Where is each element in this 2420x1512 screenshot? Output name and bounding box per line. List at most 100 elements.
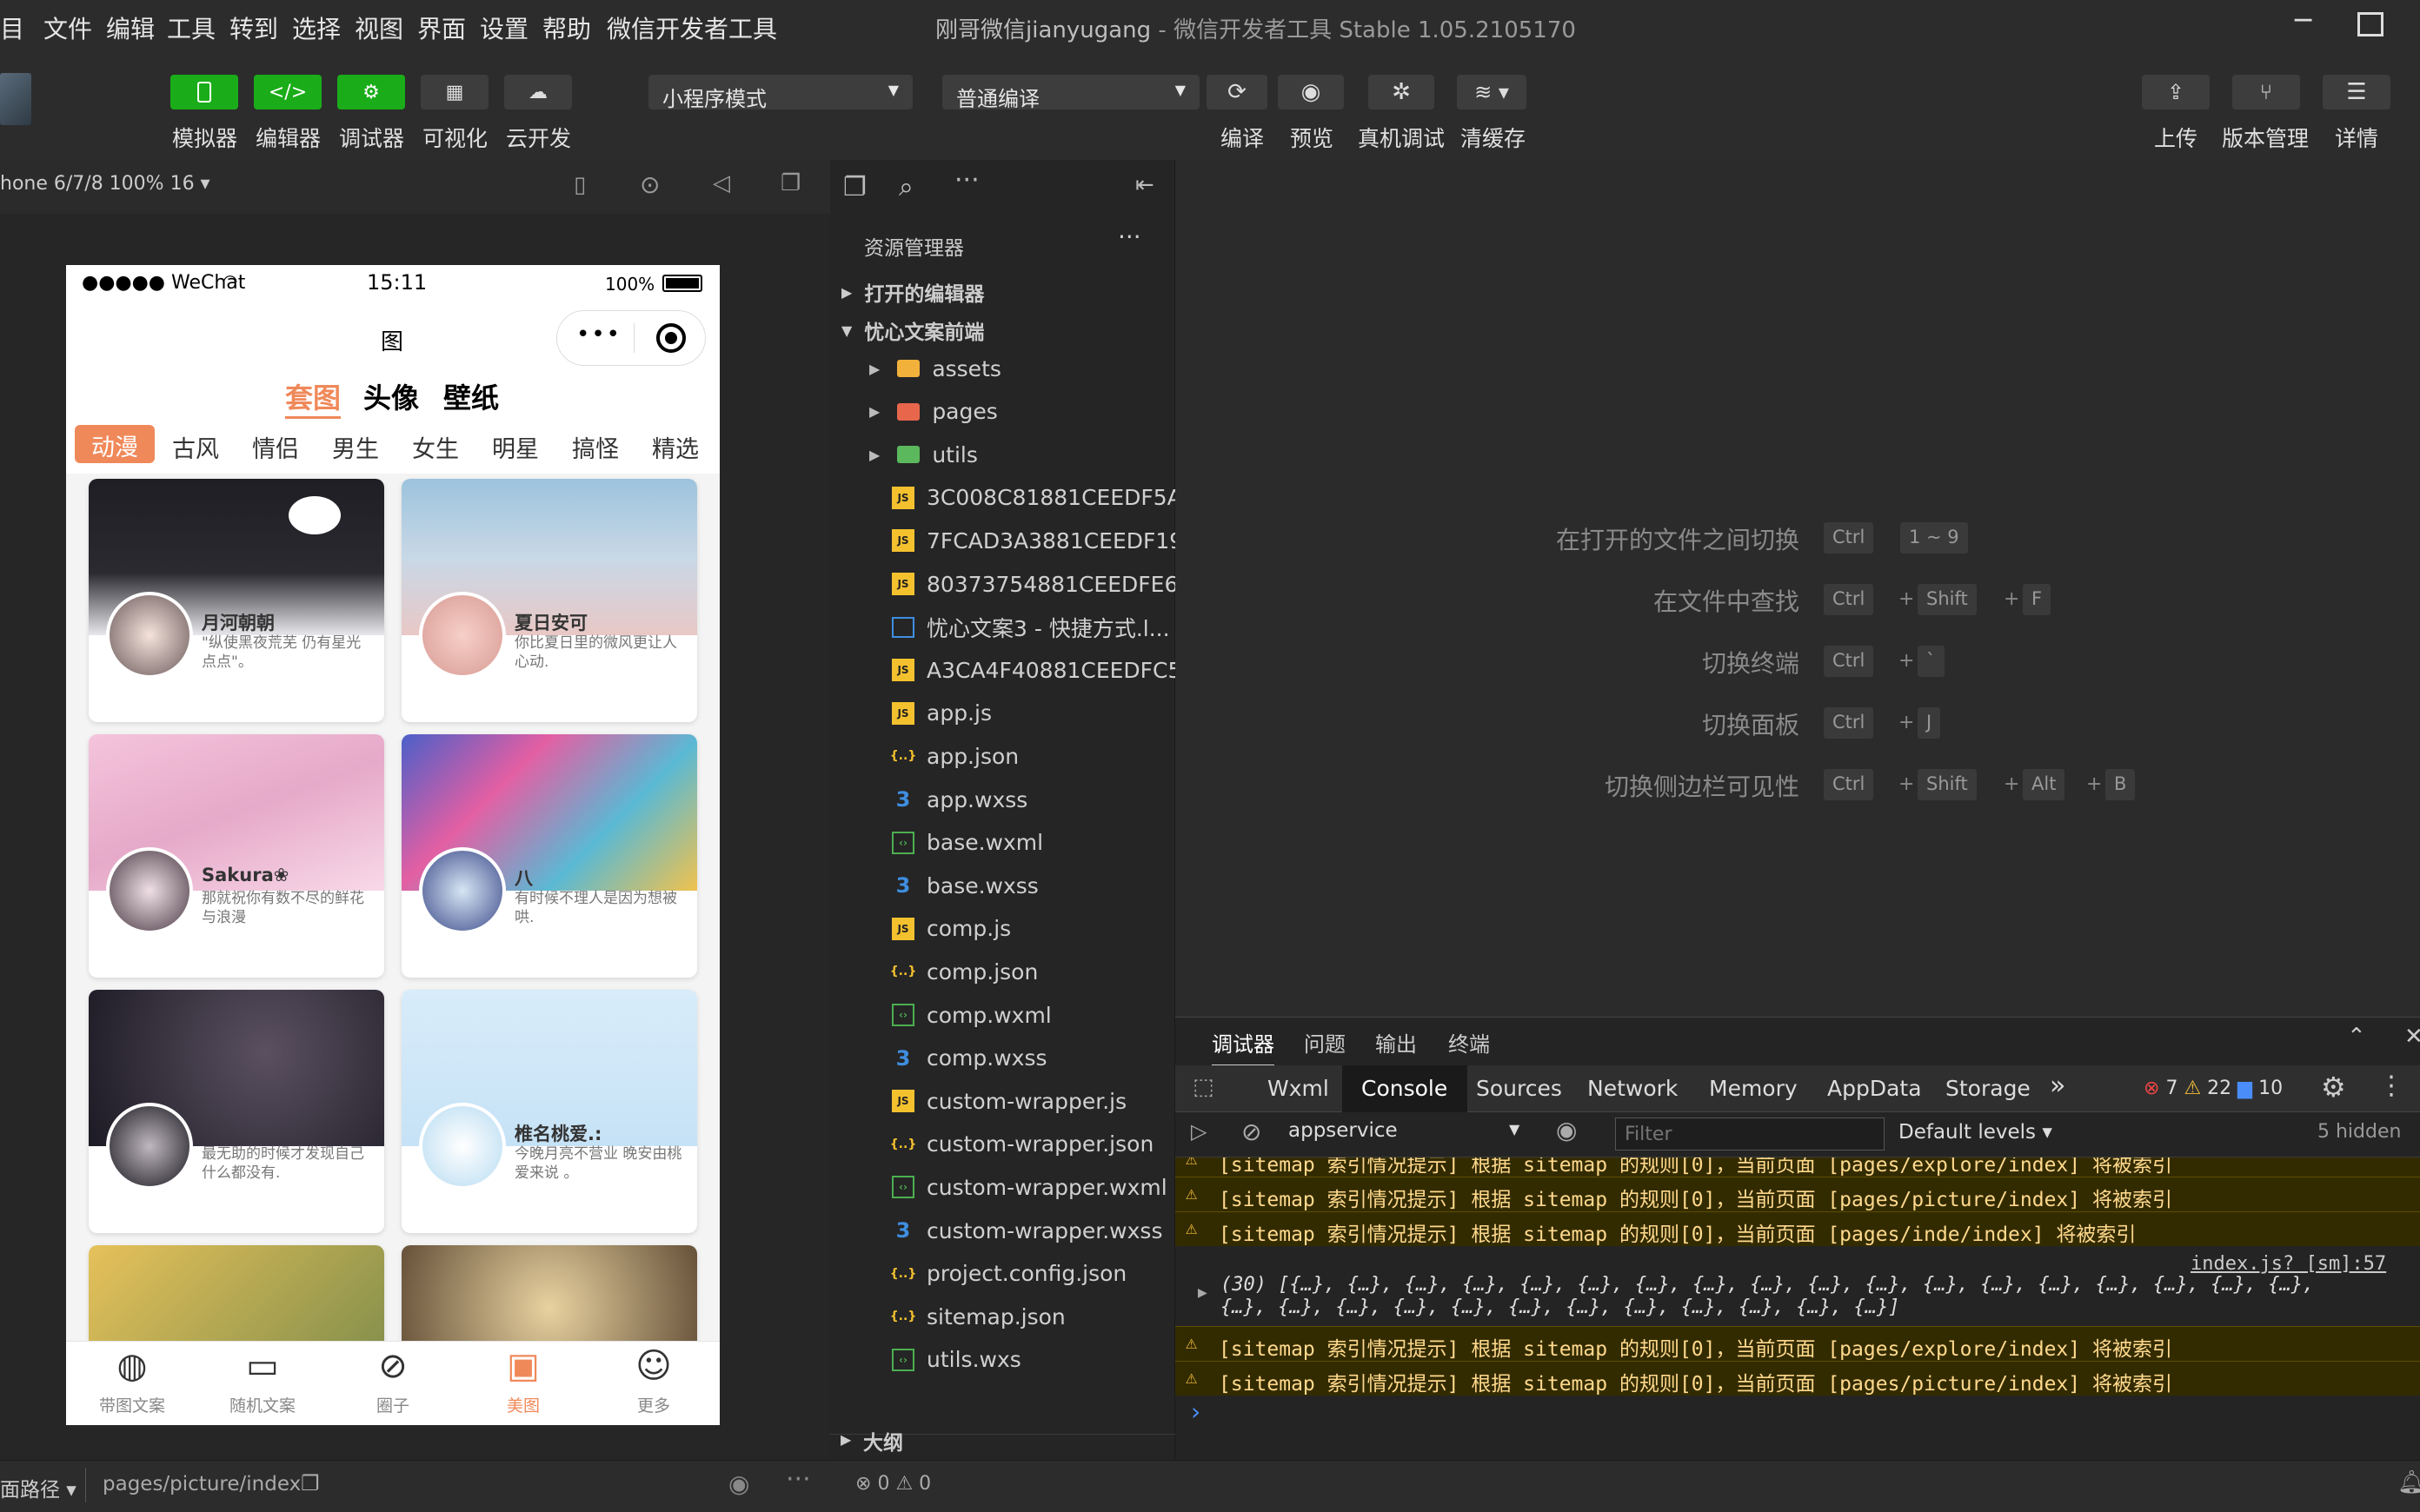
issue-counters[interactable]: ⊗ 7 ⚠ 22 ▆ 10 <box>2144 1078 2283 1099</box>
clear-console-icon[interactable]: ⊘ <box>1241 1117 1261 1146</box>
console-prompt[interactable]: › <box>1191 1397 1200 1426</box>
tree-folder[interactable]: ▶ pages <box>0 393 1175 431</box>
menu-wechat-devtools[interactable]: 微信开发者工具 <box>607 10 777 45</box>
tree-file[interactable]: 3 app.wxss <box>0 780 1175 819</box>
mode-select[interactable]: 小程序模式 ▼ <box>648 75 913 111</box>
preview-button[interactable]: ◉ <box>1278 75 1344 109</box>
inspect-icon[interactable]: ⬚ <box>1193 1074 1214 1100</box>
more-icon[interactable]: ··· <box>954 165 980 196</box>
menu-file[interactable]: 文件 <box>43 10 92 45</box>
tree-file[interactable]: JS custom-wrapper.js <box>0 1082 1175 1120</box>
tree-file[interactable]: JS 80373754881CEEDFE6... <box>0 565 1175 603</box>
minimize-icon[interactable]: ─ <box>2295 3 2311 36</box>
close-icon[interactable]: ✕ <box>2404 1024 2420 1050</box>
version-button[interactable]: ⑂ <box>2232 75 2300 109</box>
json-file-icon: {..} <box>889 1266 917 1281</box>
tree-file[interactable]: {..} sitemap.json <box>0 1297 1175 1336</box>
stop-icon[interactable]: ⊙ <box>640 170 660 199</box>
search-icon[interactable]: ⌕ <box>899 172 914 202</box>
avatar[interactable] <box>0 73 31 125</box>
tree-file[interactable]: ‹› custom-wrapper.wxml <box>0 1168 1175 1206</box>
gear-icon[interactable]: ⚙ <box>2321 1071 2346 1104</box>
menu-tools[interactable]: 工具 <box>167 10 216 45</box>
cloud-button[interactable]: ☁ <box>504 75 572 109</box>
compile-select[interactable]: 普通编译 ▼ <box>942 75 1200 111</box>
expand-icon[interactable]: ▶ <box>1198 1286 1207 1300</box>
tab-terminal[interactable]: 终端 <box>1448 1027 1490 1058</box>
menu-project[interactable]: 目 <box>0 10 24 45</box>
more-tabs-icon[interactable]: » <box>2050 1071 2065 1101</box>
tree-file[interactable]: 忧心文案3 - 快捷方式.l... <box>0 608 1175 647</box>
phone-frame-icon[interactable]: ▯ <box>574 172 586 198</box>
details-button[interactable]: ☰ <box>2323 75 2390 109</box>
page-path-select[interactable]: 面路径 ▾ <box>0 1473 76 1502</box>
tab-debugger[interactable]: 调试器 <box>1212 1027 1274 1067</box>
tree-file[interactable]: ‹› utils.wxs <box>0 1341 1175 1379</box>
tree-file[interactable]: ‹› base.wxml <box>0 824 1175 862</box>
log-levels-select[interactable]: Default levels ▾ <box>1898 1121 2052 1144</box>
menu-edit[interactable]: 编辑 <box>106 10 155 45</box>
tab-storage[interactable]: Storage <box>1945 1076 2031 1101</box>
bell-icon[interactable]: 🔔︎ <box>2397 1469 2420 1495</box>
tree-folder[interactable]: ▶ utils <box>0 435 1175 474</box>
tree-file[interactable]: JS 7FCAD3A3881CEEDF19... <box>0 521 1175 560</box>
simulator-button[interactable] <box>170 75 238 109</box>
tree-file[interactable]: ‹› comp.wxml <box>0 996 1175 1034</box>
tab-problems[interactable]: 问题 <box>1304 1027 1346 1058</box>
eye-icon[interactable]: ◉ <box>728 1469 749 1498</box>
open-editors-section[interactable]: ▶ 打开的编辑器 <box>0 273 1175 311</box>
tab-memory[interactable]: Memory <box>1709 1076 1798 1101</box>
tree-file[interactable]: {..} custom-wrapper.json <box>0 1125 1175 1164</box>
tree-file[interactable]: JS app.js <box>0 694 1175 733</box>
maximize-icon[interactable] <box>2357 12 2383 36</box>
tree-file[interactable]: 3 comp.wxss <box>0 1039 1175 1078</box>
filter-input[interactable] <box>1615 1117 1885 1151</box>
clear-cache-button[interactable]: ≋ ▾ <box>1457 75 1526 109</box>
tab-console[interactable]: Console <box>1361 1076 1447 1101</box>
sidebar-toggle-icon[interactable]: ▷ <box>1191 1119 1207 1144</box>
menu-interface[interactable]: 界面 <box>417 10 466 45</box>
chevron-up-icon[interactable]: ⌃ <box>2347 1024 2366 1050</box>
compile-button[interactable]: ⟳ <box>1207 75 1267 109</box>
tab-network[interactable]: Network <box>1587 1076 1678 1101</box>
tree-file[interactable]: {..} app.json <box>0 737 1175 775</box>
source-link[interactable]: index.js? [sm]:57 <box>2191 1253 2386 1275</box>
tree-file[interactable]: {..} comp.json <box>0 952 1175 991</box>
eye-icon[interactable]: ◉ <box>1556 1116 1577 1144</box>
copy-icon[interactable]: ❐ <box>301 1471 320 1495</box>
menu-goto[interactable]: 转到 <box>229 10 278 45</box>
tree-file[interactable]: JS 3C008C81881CEEDF5A... <box>0 479 1175 517</box>
problem-counts[interactable]: ⊗ 0 ⚠ 0 <box>855 1473 931 1495</box>
tab-wxml[interactable]: Wxml <box>1267 1076 1329 1101</box>
project-section[interactable]: ▼ 忧心文案前端 <box>0 311 1175 349</box>
device-select[interactable]: hone 6/7/8 100% 16 ▾ <box>0 173 210 195</box>
tree-file[interactable]: 3 custom-wrapper.wxss <box>0 1211 1175 1250</box>
editor-button[interactable]: </> <box>254 75 322 109</box>
tree-folder[interactable]: ▶ assets <box>0 349 1175 388</box>
upload-button[interactable]: ⇪ <box>2142 75 2210 109</box>
array-preview[interactable]: (30) [{…}, {…}, {…}, {…}, {…}, {…}, {…},… <box>1220 1274 2314 1296</box>
outline-section[interactable]: ▶ 大纲 <box>830 1431 1175 1460</box>
tree-file[interactable]: JS A3CA4F40881CEEDFC5... <box>0 651 1175 689</box>
tab-output[interactable]: 输出 <box>1375 1027 1417 1058</box>
collapse-icon[interactable]: ⇤ <box>1135 172 1154 198</box>
volume-icon[interactable]: ◁ <box>713 170 730 196</box>
popout-icon[interactable]: ❐ <box>781 170 801 196</box>
menu-select[interactable]: 选择 <box>292 10 341 45</box>
tree-file[interactable]: 3 base.wxss <box>0 866 1175 905</box>
menu-view[interactable]: 视图 <box>355 10 403 45</box>
debugger-button[interactable]: ⚙ <box>337 75 405 109</box>
tree-file[interactable]: JS comp.js <box>0 910 1175 948</box>
files-icon[interactable]: ❐ <box>843 172 867 202</box>
visual-button[interactable]: ▦ <box>421 75 489 109</box>
context-select[interactable]: appservice ▼ <box>1288 1119 1532 1151</box>
more-icon[interactable]: ··· <box>786 1464 811 1495</box>
kebab-icon[interactable]: ⋮ <box>2378 1071 2404 1101</box>
remote-debug-button[interactable]: ✲ <box>1368 75 1434 109</box>
tree-file[interactable]: {..} project.config.json <box>0 1255 1175 1293</box>
menu-settings[interactable]: 设置 <box>480 10 529 45</box>
tab-appdata[interactable]: AppData <box>1827 1076 1922 1101</box>
explorer-more-icon[interactable]: ··· <box>1118 222 1141 251</box>
tab-sources[interactable]: Sources <box>1476 1076 1562 1101</box>
menu-help[interactable]: 帮助 <box>542 10 591 45</box>
